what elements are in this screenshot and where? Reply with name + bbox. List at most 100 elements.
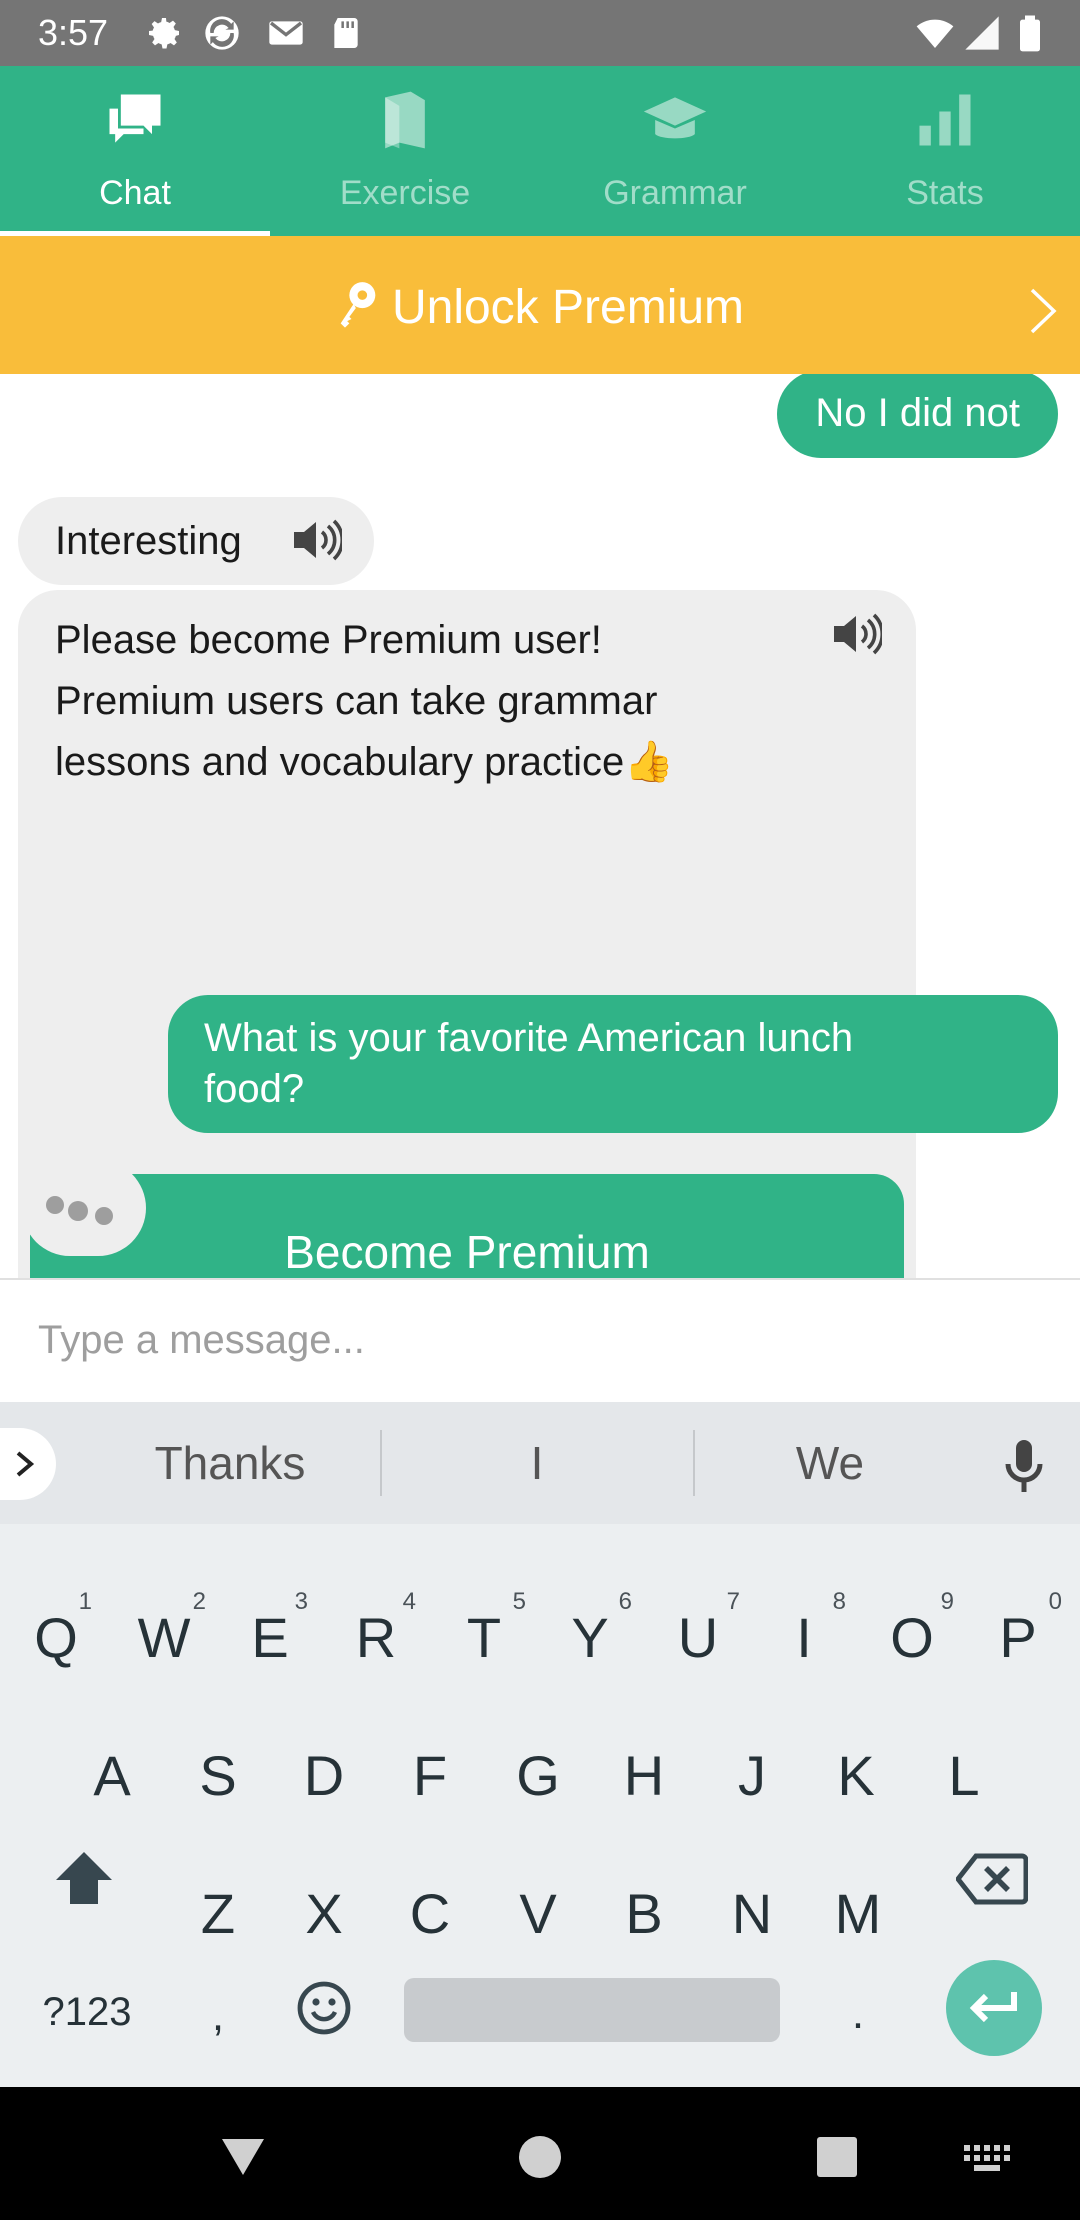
key-y[interactable]: Y6 xyxy=(552,1590,632,1678)
chat-messages: No I did not Interesting Please become P… xyxy=(0,374,1080,1278)
key-a[interactable]: A xyxy=(74,1736,150,1816)
become-premium-button[interactable]: Become Premium xyxy=(30,1174,904,1278)
graduation-cap-icon xyxy=(643,97,707,139)
microphone-icon[interactable] xyxy=(1000,1438,1048,1494)
tab-stats[interactable]: Stats xyxy=(810,66,1080,236)
message-text: Please become Premium user! Premium user… xyxy=(55,610,815,793)
typing-indicator xyxy=(22,1160,146,1256)
key-hint: 0 xyxy=(1048,1588,1062,1615)
key-w[interactable]: W2 xyxy=(126,1590,206,1678)
key-o[interactable]: O9 xyxy=(874,1590,954,1678)
message-composer xyxy=(0,1278,1080,1402)
key-s[interactable]: S xyxy=(180,1736,256,1816)
period-key[interactable]: . xyxy=(820,1974,896,2054)
key-hint: 6 xyxy=(618,1588,632,1615)
key-k[interactable]: K xyxy=(818,1736,894,1816)
user-message: No I did not xyxy=(777,374,1058,458)
gmail-icon xyxy=(269,21,303,45)
typing-dot xyxy=(68,1201,88,1221)
app-screen: 3:57 Chat Exercise Grammar Stats Unlock … xyxy=(0,0,1080,2220)
shift-icon[interactable] xyxy=(52,1848,116,1908)
message-line: What is your favorite American lunch xyxy=(204,1016,854,1060)
book-icon xyxy=(385,91,425,149)
speaker-icon[interactable] xyxy=(290,518,342,562)
typing-dot xyxy=(95,1207,113,1225)
recents-icon[interactable] xyxy=(817,2137,857,2177)
key-i[interactable]: I8 xyxy=(766,1590,846,1678)
message-input[interactable] xyxy=(38,1294,1038,1386)
key-l[interactable]: L xyxy=(926,1736,1002,1816)
banner-content: Unlock Premium xyxy=(0,280,1080,336)
home-icon[interactable] xyxy=(519,2136,561,2178)
backspace-icon[interactable] xyxy=(956,1852,1028,1906)
key-label: U xyxy=(677,1606,719,1669)
message-line: Please become Premium user! xyxy=(55,618,602,662)
key-v[interactable]: V xyxy=(500,1874,576,1954)
suggestion-item[interactable]: Thanks xyxy=(80,1430,380,1496)
key-r[interactable]: R4 xyxy=(338,1590,416,1678)
unlock-premium-banner[interactable]: Unlock Premium xyxy=(0,236,1080,374)
tab-grammar[interactable]: Grammar xyxy=(540,66,810,236)
keyboard-switch-icon[interactable] xyxy=(964,2145,1010,2173)
key-t[interactable]: T5 xyxy=(446,1590,526,1678)
key-n[interactable]: N xyxy=(714,1874,790,1954)
message-text: Interesting xyxy=(55,519,242,563)
symbols-key[interactable]: ?123 xyxy=(22,1972,152,2052)
key-f[interactable]: F xyxy=(392,1736,468,1816)
message-line: Premium users can take grammar xyxy=(55,679,658,723)
key-m[interactable]: M xyxy=(820,1874,896,1954)
key-label: R xyxy=(355,1606,397,1669)
suggestion-strip: Thanks I We xyxy=(0,1402,1080,1524)
key-q[interactable]: Q1 xyxy=(18,1590,94,1678)
suggestion-toggle[interactable] xyxy=(0,1428,56,1500)
sd-card-icon xyxy=(334,18,358,48)
tab-exercise[interactable]: Exercise xyxy=(270,66,540,236)
bot-message-premium: Please become Premium user! Premium user… xyxy=(18,590,916,1278)
key-z[interactable]: Z xyxy=(180,1874,256,1954)
speaker-icon[interactable] xyxy=(830,612,882,656)
message-text: No I did not xyxy=(815,391,1020,435)
suggestion-item[interactable]: I xyxy=(382,1430,692,1496)
emoji-icon[interactable] xyxy=(296,1980,352,2036)
key-x[interactable]: X xyxy=(286,1874,362,1954)
key-p[interactable]: P0 xyxy=(980,1590,1062,1678)
key-g[interactable]: G xyxy=(500,1736,576,1816)
battery-icon xyxy=(1020,15,1040,52)
suggestion-item[interactable]: We xyxy=(695,1430,965,1496)
bot-message: Interesting xyxy=(18,497,374,585)
chevron-right-icon xyxy=(1030,288,1057,334)
key-hint: 1 xyxy=(78,1588,92,1615)
soft-keyboard: Thanks I We Q1 W2 E3 R4 T5 Y6 U7 I8 O9 P… xyxy=(0,1402,1080,2087)
wifi-icon xyxy=(916,19,954,48)
key-b[interactable]: B xyxy=(606,1874,682,1954)
chat-bubbles-icon xyxy=(109,94,161,143)
key-label: O xyxy=(890,1606,934,1669)
space-key[interactable] xyxy=(404,1978,780,2042)
tab-label: Grammar xyxy=(603,174,747,212)
comma-key[interactable]: , xyxy=(180,1976,256,2056)
sync-app-icon xyxy=(205,16,239,50)
bar-chart-icon xyxy=(919,94,971,146)
banner-label: Unlock Premium xyxy=(391,281,745,334)
key-icon xyxy=(340,282,376,328)
key-hint: 2 xyxy=(192,1588,206,1615)
key-h[interactable]: H xyxy=(606,1736,682,1816)
key-j[interactable]: J xyxy=(714,1736,790,1816)
status-time: 3:57 xyxy=(38,12,109,53)
message-line: lessons and vocabulary practice👍 xyxy=(55,740,675,784)
key-hint: 7 xyxy=(726,1588,740,1615)
key-label: W xyxy=(137,1606,191,1669)
tab-label: Chat xyxy=(99,174,171,212)
back-icon[interactable] xyxy=(220,2137,266,2177)
tab-chat[interactable]: Chat xyxy=(0,66,270,236)
enter-arrow-icon xyxy=(969,1992,1017,2023)
key-hint: 3 xyxy=(294,1588,308,1615)
key-d[interactable]: D xyxy=(286,1736,362,1816)
key-u[interactable]: U7 xyxy=(660,1590,740,1678)
chevron-right-icon xyxy=(16,1451,35,1477)
key-c[interactable]: C xyxy=(392,1874,468,1954)
key-hint: 9 xyxy=(940,1588,954,1615)
tab-label: Stats xyxy=(906,174,984,212)
enter-key[interactable] xyxy=(946,1960,1042,2056)
key-e[interactable]: E3 xyxy=(232,1590,308,1678)
